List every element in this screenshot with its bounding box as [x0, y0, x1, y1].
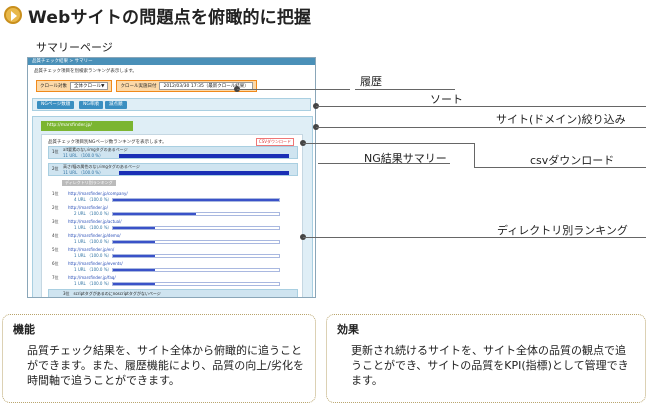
domain-filter-callout: サイト(ドメイン)絞り込み — [496, 113, 626, 126]
dir-bar-fill — [113, 283, 155, 285]
dir-bar-track — [112, 282, 280, 286]
effect-box: 効果 更新され続けるサイトを、サイト全体の品質の観点で追うことができ、サイトの品… — [326, 314, 646, 403]
domain-callout-line — [316, 127, 646, 128]
dir-url-link[interactable]: http://marsfinder.jp/events/ — [68, 261, 123, 266]
dir-bar-track — [112, 268, 280, 272]
dir-bar-track — [112, 254, 280, 258]
dir-count: 1 URL （100.0 %） — [74, 239, 112, 244]
directory-ranking-tab[interactable]: ディレクトリ別ランキング — [62, 180, 116, 186]
crawl-scope-box: クロール対象 全体クロール▼ — [36, 80, 113, 92]
history-underline — [355, 89, 455, 90]
feature-title: 機能 — [13, 323, 35, 336]
dir-count: 1 URL （100.0 %） — [74, 281, 112, 286]
dir-url-link[interactable]: http://marsfinder.jp/actual/ — [68, 219, 122, 224]
domain-section: http://marsfinder.jp/ 品質チェック項目別NGページ数ランキ… — [32, 116, 313, 297]
dir-rank: 2位 — [52, 205, 59, 210]
csv-callout-line-a — [303, 143, 475, 144]
sort-callout-line — [316, 106, 646, 107]
directory-ranking-row[interactable]: 1位 http://marsfinder.jp/company/4 URL （10… — [52, 191, 292, 204]
dir-bar-fill — [113, 199, 279, 201]
feature-body: 品質チェック結果を、サイト全体から俯瞰的に追うことができます。また、履歴機能によ… — [27, 344, 304, 387]
csv-callout-line-b — [474, 143, 475, 167]
dir-url-link[interactable]: http://marsfinder.jp/ — [68, 205, 108, 210]
ng-summary-row-3[interactable]: 3位 scriptタグがあるのにnoscriptタグがないページ — [48, 289, 298, 297]
dir-bar-fill — [113, 241, 155, 243]
summary-page-label: サマリーページ — [36, 41, 113, 54]
page-title-text: Webサイトの問題点を俯瞰的に把握 — [28, 7, 312, 28]
dir-bar-fill — [113, 213, 196, 215]
ng-bar — [119, 171, 289, 175]
dir-rank: 5位 — [52, 247, 59, 252]
ng-rank: 1位 — [52, 149, 59, 154]
ng-summary-callout: NG結果サマリー — [364, 152, 447, 165]
page-title: Webサイトの問題点を俯瞰的に把握 — [4, 4, 312, 28]
dir-count: 1 URL （100.0 %） — [74, 267, 112, 272]
history-selector: クロール対象 全体クロール▼ クロール実施日付 2012/03/30 17:35… — [36, 80, 257, 92]
dir-rank: 6位 — [52, 261, 59, 266]
dir-bar-track — [112, 240, 280, 244]
sort-ng-rate-button[interactable]: NG率順 — [79, 101, 103, 109]
ranking-panel: 品質チェック項目別NGページ数ランキングを表示します。 CSVダウンロード 1位… — [41, 134, 303, 297]
dir-bar-track — [112, 212, 280, 216]
dir-count: 2 URL （100.0 %） — [74, 211, 112, 216]
dir-rank: 7位 — [52, 275, 59, 280]
directory-ranking-row[interactable]: 4位 http://marsfinder.jp/demo/1 URL （100.0… — [52, 233, 292, 246]
dir-url-link[interactable]: http://marsfinder.jp/demo/ — [68, 233, 121, 238]
arrow-circle-icon — [4, 6, 22, 24]
dir-url-link[interactable]: http://marsfinder.jp/company/ — [68, 191, 128, 196]
sort-callout: ソート — [430, 93, 463, 106]
sort-bar: NGページ数順 NG率順 減点順 — [32, 98, 311, 111]
crawl-scope-select[interactable]: 全体クロール▼ — [70, 82, 109, 90]
dir-count: 1 URL （100.0 %） — [74, 225, 112, 230]
summary-screenshot: 品質チェック結果 > サマリー 品質チェック項目を別検索ランキング表示します。 … — [27, 57, 316, 298]
dir-count: 1 URL （100.0 %） — [74, 253, 112, 258]
ng-rank: 2位 — [52, 166, 59, 171]
directory-ranking-row[interactable]: 3位 http://marsfinder.jp/actual/1 URL （100… — [52, 219, 292, 232]
ng-summary-row[interactable]: 2位 高さ/幅の属性のないimgタグのあるページ 11 URL （100.0 %… — [48, 163, 298, 176]
effect-body: 更新され続けるサイトを、サイト全体の品質の観点で追うことができ、サイトの品質をK… — [351, 344, 629, 387]
dir-ranking-callout: ディレクトリ別ランキング — [497, 224, 628, 237]
directory-ranking-row[interactable]: 6位 http://marsfinder.jp/events/1 URL （100… — [52, 261, 292, 274]
dir-url-link[interactable]: http://marsfinder.jp/faq/ — [68, 275, 116, 280]
history-callout-line — [237, 89, 350, 90]
ng-summary-row[interactable]: 1位 alt要素のないimgタグのあるページ 11 URL （100.0 %） — [48, 146, 298, 159]
dir-bar-track — [112, 198, 280, 202]
directory-ranking-row[interactable]: 2位 http://marsfinder.jp/2 URL （100.0 %） — [52, 205, 292, 218]
feature-box: 機能 品質チェック結果を、サイト全体から俯瞰的に追うことができます。また、履歴機… — [2, 314, 316, 403]
sort-deduction-button[interactable]: 減点順 — [105, 101, 127, 109]
domain-filter-tab[interactable]: http://marsfinder.jp/ — [41, 121, 133, 131]
dir-bar-track — [112, 226, 280, 230]
ng-bar — [119, 154, 289, 158]
ng-count: 11 URL （100.0 %） — [63, 153, 104, 158]
csv-download-button[interactable]: CSVダウンロード — [255, 138, 294, 146]
dir-rank: 1位 — [52, 191, 59, 196]
dir-bar-fill — [113, 255, 155, 257]
dir-rank: 3位 — [52, 219, 59, 224]
ranking-note: 品質チェック項目別NGページ数ランキングを表示します。 — [48, 140, 167, 145]
dir-bar-fill — [113, 269, 155, 271]
dir-bar-fill — [113, 227, 155, 229]
crawl-scope-label: クロール対象 — [40, 84, 67, 89]
dir-count: 4 URL （100.0 %） — [74, 197, 112, 202]
effect-title: 効果 — [337, 323, 359, 336]
sort-ng-pages-button[interactable]: NGページ数順 — [37, 101, 75, 109]
crawl-date-label: クロール実施日付 — [120, 84, 157, 89]
ng-count: 11 URL （100.0 %） — [63, 170, 104, 175]
csv-callout: csvダウンロード — [530, 154, 615, 167]
screen-subtitle: 品質チェック項目を別検索ランキング表示します。 — [34, 69, 137, 74]
dir-url-link[interactable]: http://marsfinder.jp/en/ — [68, 247, 114, 252]
directory-ranking-row[interactable]: 5位 http://marsfinder.jp/en/1 URL （100.0 %… — [52, 247, 292, 260]
directory-ranking-row[interactable]: 7位 http://marsfinder.jp/faq/1 URL （100.0 … — [52, 275, 292, 288]
history-callout: 履歴 — [360, 75, 382, 88]
screen-header: 品質チェック結果 > サマリー — [28, 58, 315, 65]
dir-rank: 4位 — [52, 233, 59, 238]
